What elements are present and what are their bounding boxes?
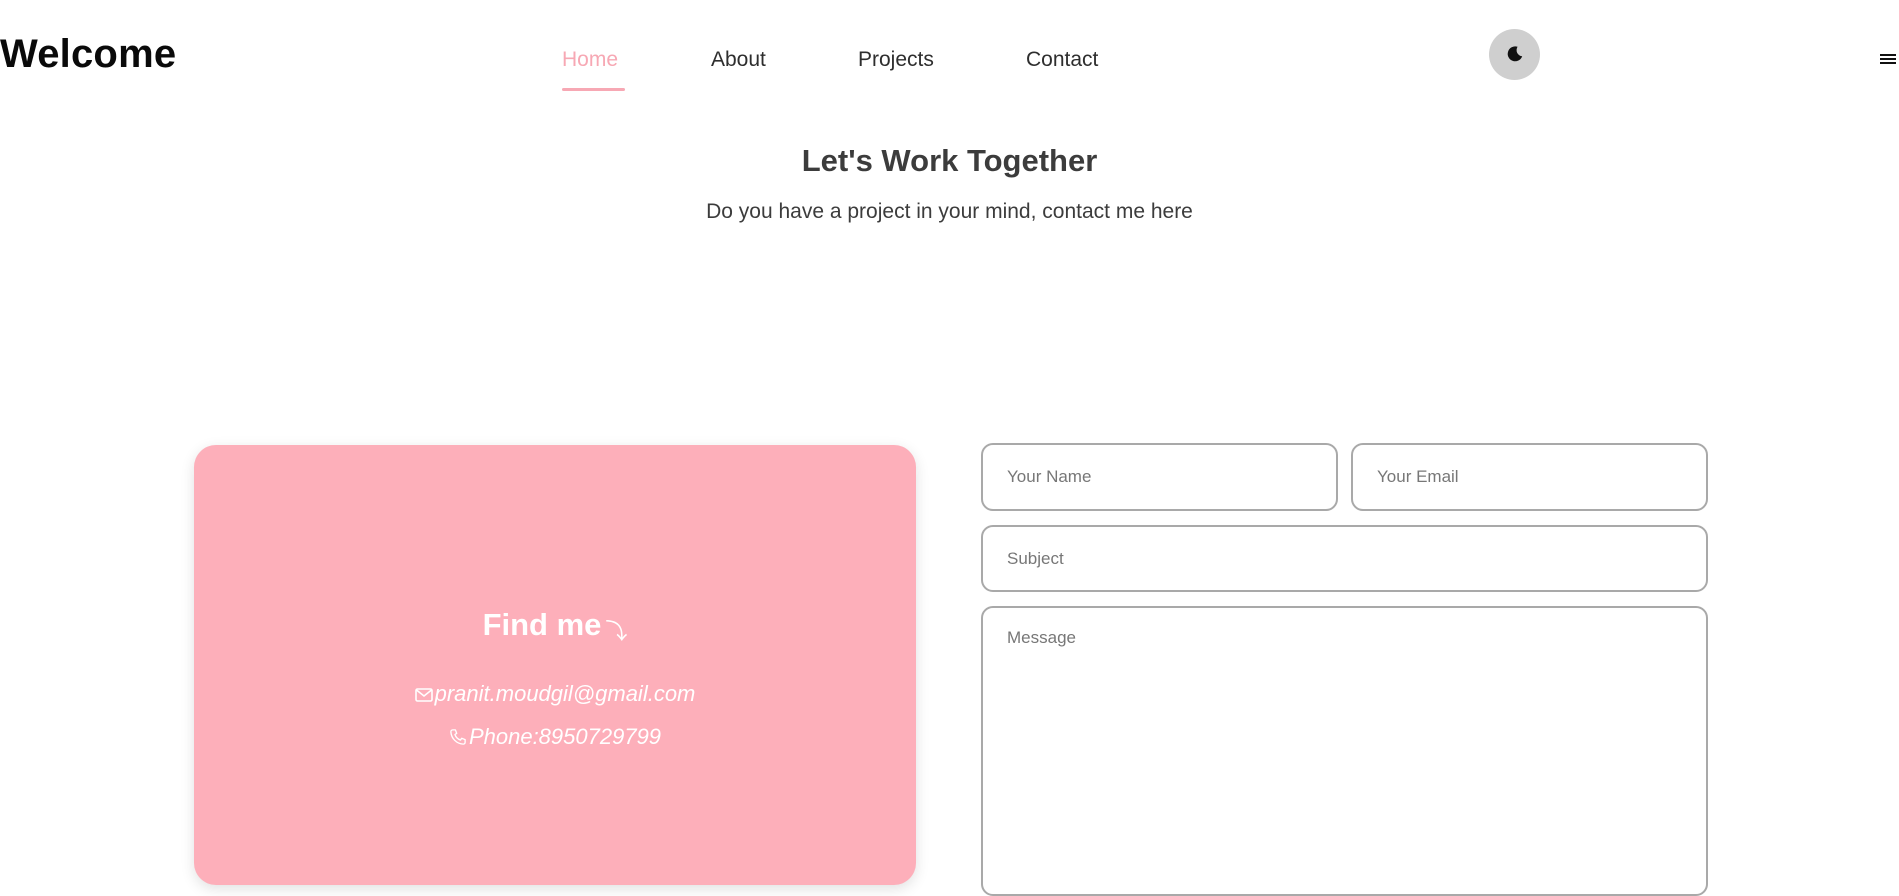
phone-icon bbox=[450, 729, 466, 745]
page-title: Let's Work Together bbox=[801, 142, 1098, 178]
site-header: Welcome Home About Projects Contact bbox=[0, 0, 1899, 110]
find-me-card: Find me ⤵ pranit.moudgil@gmail.com Phone:… bbox=[194, 445, 916, 885]
page-subtitle: Do you have a project in your mind, cont… bbox=[706, 200, 1193, 223]
subject-input[interactable] bbox=[981, 525, 1708, 592]
active-nav-underline bbox=[562, 88, 625, 91]
nav-home[interactable]: Home bbox=[562, 48, 618, 72]
theme-toggle-button[interactable] bbox=[1489, 29, 1540, 80]
email-contact[interactable]: pranit.moudgil@gmail.com bbox=[194, 681, 916, 707]
find-me-heading: Find me ⤵ bbox=[482, 607, 628, 644]
message-textarea[interactable] bbox=[981, 606, 1708, 896]
phone-contact[interactable]: Phone:8950729799 bbox=[194, 724, 916, 750]
curved-arrow-down-icon: ⤵ bbox=[605, 619, 628, 644]
mail-icon bbox=[414, 688, 433, 702]
brand-title: Welcome bbox=[0, 32, 177, 76]
nav-projects[interactable]: Projects bbox=[858, 48, 934, 72]
email-input[interactable] bbox=[1351, 443, 1708, 511]
hamburger-menu-icon[interactable] bbox=[1879, 51, 1897, 67]
moon-icon bbox=[1507, 46, 1523, 62]
nav-contact[interactable]: Contact bbox=[1026, 48, 1098, 72]
nav-about[interactable]: About bbox=[711, 48, 766, 72]
name-input[interactable] bbox=[981, 443, 1338, 511]
